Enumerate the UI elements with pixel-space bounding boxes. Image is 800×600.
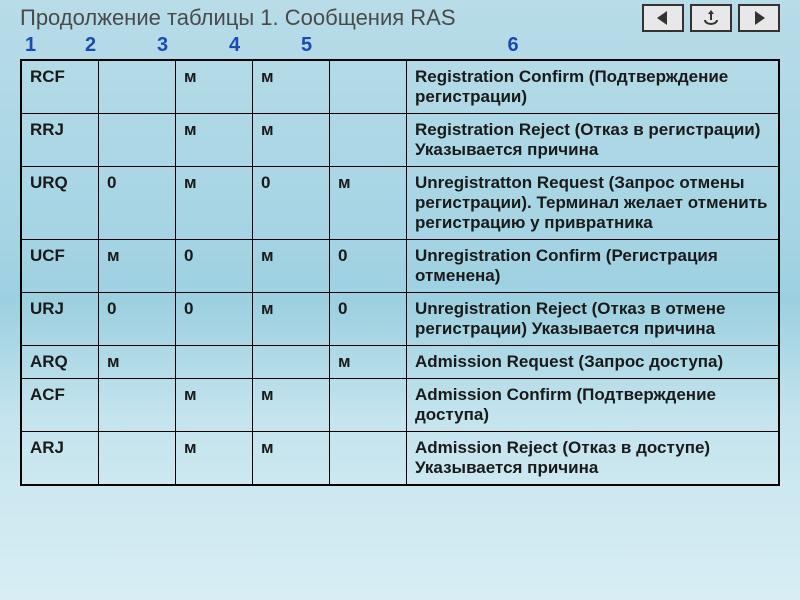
desc-cell: Unregistration Reject (Отказ в отмене ре… [407,293,780,346]
value-cell: м [176,60,253,114]
col-num: 6 [373,34,653,57]
value-cell: м [253,240,330,293]
value-cell: м [253,379,330,432]
table-container: RCFммRegistration Confirm (Подтверждение… [0,59,800,486]
nav-buttons [642,4,780,32]
value-cell: м [330,167,407,240]
desc-cell: Admission Request (Запрос доступа) [407,346,780,379]
desc-cell: Unregistratton Request (Запрос отмены ре… [407,167,780,240]
value-cell: м [330,346,407,379]
col-num: 4 [229,34,301,57]
value-cell: м [253,293,330,346]
column-numbers: 1 2 3 4 5 6 [0,34,800,59]
table-row: URQ0м0мUnregistratton Request (Запрос от… [21,167,779,240]
value-cell: 0 [176,240,253,293]
value-cell [99,379,176,432]
code-cell: RCF [21,60,99,114]
desc-cell: Registration Reject (Отказ в регистрации… [407,114,780,167]
code-cell: UCF [21,240,99,293]
value-cell: 0 [330,293,407,346]
table-row: ARJ мм Admission Reject (Отказ в доступе) … [21,432,779,486]
page-title: Продолжение таблицы 1. Сообщения RAS [20,5,456,31]
value-cell [176,346,253,379]
value-cell: м [99,240,176,293]
code-cell: RRJ [21,114,99,167]
arrow-right-icon [749,8,769,28]
arrow-left-icon [653,8,673,28]
nav-next-button[interactable] [738,4,780,32]
value-cell: 0 [330,240,407,293]
nav-prev-button[interactable] [642,4,684,32]
header: Продолжение таблицы 1. Сообщения RAS [0,0,800,34]
value-cell [330,60,407,114]
value-cell: м [176,114,253,167]
value-cell: м [99,346,176,379]
table-row: UCFм0м0Unregistration Confirm (Регистрац… [21,240,779,293]
value-cell: м [176,379,253,432]
desc-cell: Registration Confirm (Подтверждение реги… [407,60,780,114]
table-row: RRJ мм Registration Reject (Отказ в регист… [21,114,779,167]
desc-cell: Unregistration Confirm (Регистрация отме… [407,240,780,293]
value-cell: 0 [253,167,330,240]
nav-return-button[interactable] [690,4,732,32]
value-cell [330,379,407,432]
value-cell: м [176,167,253,240]
col-num: 1 [25,34,85,57]
table-row: URJ00м0Unregistration Reject (Отказ в от… [21,293,779,346]
value-cell: 0 [99,167,176,240]
value-cell [330,432,407,486]
value-cell: 0 [176,293,253,346]
value-cell: м [253,432,330,486]
table-row: RCF мм Registration Confirm (Подтверждение… [21,60,779,114]
value-cell [99,432,176,486]
value-cell [330,114,407,167]
return-icon [701,8,721,28]
code-cell: URJ [21,293,99,346]
col-num: 5 [301,34,373,57]
code-cell: ARQ [21,346,99,379]
table-row: ARQммAdmission Request (Запрос доступа) [21,346,779,379]
col-num: 3 [157,34,229,57]
desc-cell: Admission Confirm (Подтверждение доступа… [407,379,780,432]
value-cell: м [176,432,253,486]
desc-cell: Admission Reject (Отказ в доступе) Указы… [407,432,780,486]
code-cell: URQ [21,167,99,240]
table-row: ACF мм Admission Confirm (Подтверждение до… [21,379,779,432]
value-cell: м [253,114,330,167]
value-cell [99,60,176,114]
col-num: 2 [85,34,157,57]
value-cell [253,346,330,379]
value-cell: м [253,60,330,114]
ras-messages-table: RCFммRegistration Confirm (Подтверждение… [20,59,780,486]
code-cell: ARJ [21,432,99,486]
value-cell [99,114,176,167]
code-cell: ACF [21,379,99,432]
value-cell: 0 [99,293,176,346]
